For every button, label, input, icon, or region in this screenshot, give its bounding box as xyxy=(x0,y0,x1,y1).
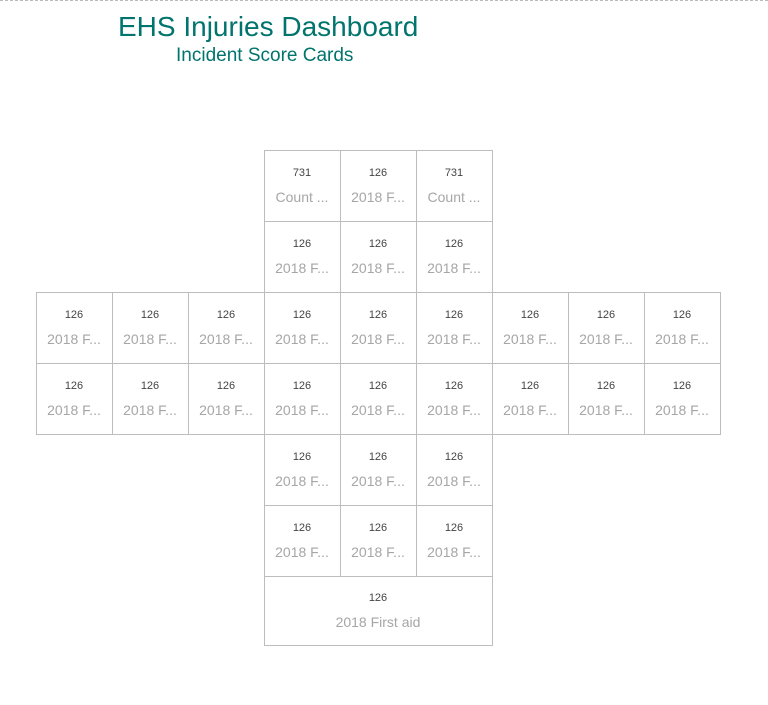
scorecard-value: 126 xyxy=(369,451,387,463)
scorecard-value: 126 xyxy=(369,522,387,534)
scorecard-label: 2018 F... xyxy=(347,402,409,418)
scorecard-value: 126 xyxy=(293,522,311,534)
scorecard[interactable]: 126 2018 F... xyxy=(112,363,189,435)
scorecard-label: 2018 F... xyxy=(423,402,485,418)
scorecard[interactable]: 126 2018 F... xyxy=(188,292,265,364)
scorecard-label: 2018 F... xyxy=(347,189,409,205)
scorecard[interactable]: 126 2018 F... xyxy=(112,292,189,364)
scorecard[interactable]: 126 2018 F... xyxy=(264,505,341,577)
scorecard[interactable]: 126 2018 F... xyxy=(492,363,569,435)
scorecard-value: 126 xyxy=(521,309,539,321)
scorecard-label: 2018 F... xyxy=(347,331,409,347)
scorecard[interactable]: 126 2018 F... xyxy=(36,363,113,435)
scorecard-value: 126 xyxy=(673,309,691,321)
scorecard[interactable]: 126 2018 F... xyxy=(492,292,569,364)
scorecard[interactable]: 126 2018 F... xyxy=(188,363,265,435)
scorecard-value: 731 xyxy=(293,167,311,179)
scorecard-grid: 731 Count ... 126 2018 F... 731 Count ..… xyxy=(36,150,720,645)
scorecard-value: 126 xyxy=(445,522,463,534)
scorecard-label: 2018 F... xyxy=(195,402,257,418)
scorecard[interactable]: 731 Count ... xyxy=(416,150,493,222)
dashboard-subtitle: Incident Score Cards xyxy=(118,45,768,67)
scorecard[interactable]: 126 2018 F... xyxy=(644,363,721,435)
scorecard-value: 731 xyxy=(445,167,463,179)
scorecard-label: 2018 F... xyxy=(119,402,181,418)
scorecard-value: 126 xyxy=(217,380,235,392)
scorecard-label: 2018 F... xyxy=(651,402,713,418)
scorecard-value: 126 xyxy=(445,380,463,392)
scorecard-label: 2018 F... xyxy=(575,402,637,418)
scorecard-value: 126 xyxy=(597,380,615,392)
scorecard[interactable]: 126 2018 F... xyxy=(416,434,493,506)
scorecard[interactable]: 126 2018 F... xyxy=(416,505,493,577)
dashboard-header: EHS Injuries Dashboard Incident Score Ca… xyxy=(0,1,768,67)
scorecard-value: 126 xyxy=(673,380,691,392)
scorecard-label: 2018 F... xyxy=(423,544,485,560)
scorecard[interactable]: 126 2018 F... xyxy=(340,292,417,364)
scorecard-label: Count ... xyxy=(272,189,333,205)
scorecard[interactable]: 126 2018 F... xyxy=(416,292,493,364)
scorecard-value: 126 xyxy=(217,309,235,321)
scorecard-value: 126 xyxy=(293,309,311,321)
scorecard-label: 2018 F... xyxy=(499,331,561,347)
scorecard-label: 2018 F... xyxy=(347,473,409,489)
scorecard-label: 2018 F... xyxy=(271,402,333,418)
scorecard-label: 2018 First aid xyxy=(326,614,431,630)
scorecard-value: 126 xyxy=(369,380,387,392)
scorecard[interactable]: 126 2018 F... xyxy=(264,292,341,364)
scorecard[interactable]: 126 2018 F... xyxy=(416,221,493,293)
scorecard-value: 126 xyxy=(65,309,83,321)
scorecard-label: 2018 F... xyxy=(423,331,485,347)
scorecard[interactable]: 126 2018 F... xyxy=(568,292,645,364)
scorecard-label: Count ... xyxy=(424,189,485,205)
scorecard-value: 126 xyxy=(445,451,463,463)
scorecard[interactable]: 126 2018 F... xyxy=(264,434,341,506)
scorecard[interactable]: 126 2018 F... xyxy=(264,363,341,435)
scorecard-wide[interactable]: 126 2018 First aid xyxy=(264,576,493,646)
scorecard[interactable]: 126 2018 F... xyxy=(644,292,721,364)
scorecard[interactable]: 731 Count ... xyxy=(264,150,341,222)
scorecard-label: 2018 F... xyxy=(43,331,105,347)
scorecard[interactable]: 126 2018 F... xyxy=(568,363,645,435)
scorecard-value: 126 xyxy=(293,451,311,463)
scorecard[interactable]: 126 2018 F... xyxy=(340,221,417,293)
scorecard-label: 2018 F... xyxy=(423,260,485,276)
scorecard[interactable]: 126 2018 F... xyxy=(416,363,493,435)
scorecard-value: 126 xyxy=(369,592,387,604)
scorecard-label: 2018 F... xyxy=(651,331,713,347)
scorecard[interactable]: 126 2018 F... xyxy=(36,292,113,364)
scorecard-label: 2018 F... xyxy=(271,544,333,560)
scorecard-label: 2018 F... xyxy=(271,473,333,489)
dashboard-title: EHS Injuries Dashboard xyxy=(118,11,768,43)
scorecard-label: 2018 F... xyxy=(271,331,333,347)
scorecard-value: 126 xyxy=(293,238,311,250)
scorecard-label: 2018 F... xyxy=(575,331,637,347)
scorecard-label: 2018 F... xyxy=(347,260,409,276)
scorecard-value: 126 xyxy=(293,380,311,392)
scorecard-label: 2018 F... xyxy=(119,331,181,347)
scorecard-label: 2018 F... xyxy=(347,544,409,560)
scorecard-value: 126 xyxy=(369,238,387,250)
scorecard[interactable]: 126 2018 F... xyxy=(340,434,417,506)
scorecard-value: 126 xyxy=(521,380,539,392)
scorecard-label: 2018 F... xyxy=(499,402,561,418)
scorecard-value: 126 xyxy=(369,167,387,179)
scorecard-label: 2018 F... xyxy=(43,402,105,418)
scorecard-value: 126 xyxy=(445,238,463,250)
scorecard-value: 126 xyxy=(141,380,159,392)
scorecard-value: 126 xyxy=(445,309,463,321)
scorecard-value: 126 xyxy=(141,309,159,321)
scorecard[interactable]: 126 2018 F... xyxy=(340,150,417,222)
scorecard[interactable]: 126 2018 F... xyxy=(340,505,417,577)
scorecard-label: 2018 F... xyxy=(195,331,257,347)
scorecard[interactable]: 126 2018 F... xyxy=(340,363,417,435)
scorecard-label: 2018 F... xyxy=(271,260,333,276)
scorecard-value: 126 xyxy=(597,309,615,321)
scorecard-value: 126 xyxy=(369,309,387,321)
scorecard[interactable]: 126 2018 F... xyxy=(264,221,341,293)
scorecard-label: 2018 F... xyxy=(423,473,485,489)
scorecard-value: 126 xyxy=(65,380,83,392)
